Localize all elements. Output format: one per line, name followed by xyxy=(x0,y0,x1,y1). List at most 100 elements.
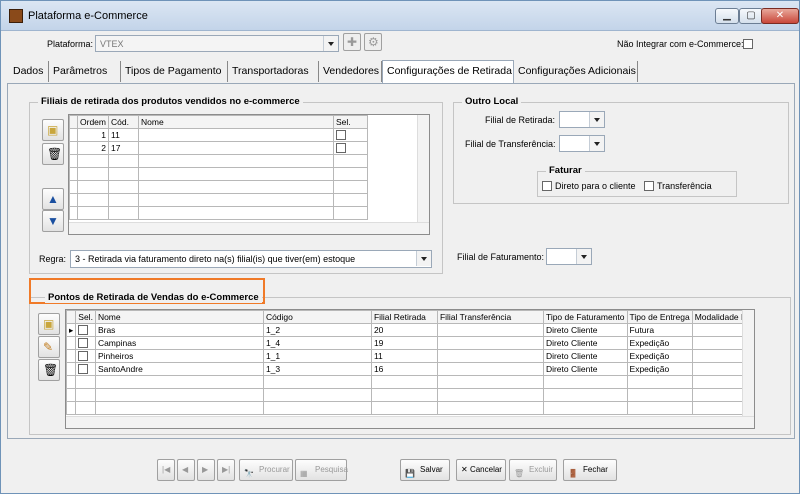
table-row[interactable]: ▸ Bras 1_2 20 Direto Cliente Futura xyxy=(66,323,751,337)
cell-tipo-entrega: Expedição xyxy=(626,349,693,363)
tab-dados[interactable]: Dados xyxy=(9,61,49,82)
cancelar-button[interactable]: ✕ Cancelar xyxy=(456,459,506,481)
prev-record-button[interactable]: ◀ xyxy=(177,459,195,481)
chevron-down-icon xyxy=(589,112,604,127)
cell-codigo: 1_3 xyxy=(262,362,372,376)
table-row[interactable]: SantoAndre 1_3 16 Direto Cliente Expediç… xyxy=(66,362,751,376)
cell-sel[interactable] xyxy=(75,323,96,337)
excluir-button[interactable]: 🗑 Excluir xyxy=(509,459,557,481)
grid-icon: ▦ xyxy=(300,468,308,478)
regra-value: 3 - Retirada via faturamento direto na(s… xyxy=(75,254,356,264)
cell-tipo-faturamento: Direto Cliente xyxy=(542,323,628,337)
direto-cliente-label: Direto para o cliente xyxy=(555,181,636,191)
delete-filial-button[interactable]: 🗑 xyxy=(42,143,64,165)
pontos-vscroll[interactable] xyxy=(742,310,754,416)
add-filial-button[interactable]: ▣ xyxy=(42,119,64,141)
delete-ponto-button[interactable]: 🗑 xyxy=(38,359,60,381)
cell-sel[interactable] xyxy=(333,141,368,155)
window-title: Plataforma e-Commerce xyxy=(28,10,148,22)
move-down-button[interactable]: ▼ xyxy=(42,210,64,232)
filiais-grid[interactable]: Ordem Cód. Nome Sel. 1 11 2 17 xyxy=(68,114,430,235)
cell-sel[interactable] xyxy=(75,362,96,376)
salvar-button[interactable]: 💾 Salvar xyxy=(400,459,450,481)
tab-tipos-pagamento[interactable]: Tipos de Pagamento xyxy=(121,61,228,82)
add-plataforma-button[interactable]: ✚ xyxy=(343,33,361,51)
table-row[interactable]: Campinas 1_4 19 Direto Cliente Expedição xyxy=(66,336,751,350)
tab-parametros[interactable]: Parâmetros xyxy=(49,61,121,82)
cell-codigo: 1_2 xyxy=(262,323,372,337)
plus-icon: ✚ xyxy=(347,35,358,49)
next-icon: ▶ xyxy=(202,465,209,474)
cell-cod: 17 xyxy=(108,141,139,155)
first-record-button[interactable]: |◀ xyxy=(157,459,175,481)
col-ordem: Ordem xyxy=(77,115,109,129)
cell-filial-transferencia xyxy=(436,336,544,350)
tab-configuracoes-retirada[interactable]: Configurações de Retirada xyxy=(382,60,514,83)
last-record-button[interactable]: ▶| xyxy=(217,459,235,481)
move-up-button[interactable]: ▲ xyxy=(42,188,64,210)
minimize-button[interactable]: ▁ xyxy=(715,8,739,24)
cell-tipo-faturamento: Direto Cliente xyxy=(542,349,628,363)
pesquisa-button[interactable]: ▦ Pesquisa xyxy=(295,459,348,481)
filial-transferencia-combo[interactable] xyxy=(559,135,605,152)
config-plataforma-button[interactable]: ⚙ xyxy=(364,33,382,51)
exit-icon: 🚪 xyxy=(568,468,578,478)
plataforma-value: VTEX xyxy=(100,39,124,49)
prev-icon: ◀ xyxy=(182,465,189,474)
col-cod: Cód. xyxy=(108,115,139,129)
cell-filial-retirada: 11 xyxy=(370,349,438,363)
cell-sel[interactable] xyxy=(75,336,96,350)
row-indicator xyxy=(66,336,77,350)
cell-ordem: 2 xyxy=(77,141,109,155)
filial-transferencia-label: Filial de Transferência: xyxy=(465,139,556,149)
cell-tipo-entrega: Futura xyxy=(626,323,693,337)
transferencia-label: Transferência xyxy=(657,181,712,191)
cancelar-label: Cancelar xyxy=(469,465,502,474)
filiais-hscroll[interactable] xyxy=(69,222,429,234)
regra-combo[interactable]: 3 - Retirada via faturamento direto na(s… xyxy=(70,250,432,268)
arrow-up-icon: ▲ xyxy=(47,192,59,206)
cell-filial-transferencia xyxy=(436,323,544,337)
pesquisa-label: Pesquisa xyxy=(315,465,348,474)
procurar-label: Procurar xyxy=(259,465,290,474)
first-icon: |◀ xyxy=(162,465,171,474)
filial-retirada-combo[interactable] xyxy=(559,111,605,128)
row-indicator xyxy=(66,349,77,363)
col-tipo-faturamento: Tipo de Faturamento xyxy=(542,310,628,324)
direto-cliente-checkbox[interactable] xyxy=(542,181,552,191)
cell-sel[interactable] xyxy=(75,349,96,363)
add-icon: ▣ xyxy=(47,123,59,137)
table-row[interactable]: Pinheiros 1_1 11 Direto Cliente Expediçã… xyxy=(66,349,751,363)
cell-nome: Campinas xyxy=(94,336,264,350)
close-button[interactable]: ✕ xyxy=(761,8,799,24)
table-row[interactable]: 1 11 xyxy=(69,128,368,142)
procurar-button[interactable]: 🔭 Procurar xyxy=(239,459,293,481)
add-ponto-button[interactable]: ▣ xyxy=(38,313,60,335)
col-nome: Nome xyxy=(94,310,264,324)
tab-transportadoras[interactable]: Transportadoras xyxy=(228,61,319,82)
maximize-button[interactable]: ▢ xyxy=(739,8,763,24)
filiais-vscroll[interactable] xyxy=(417,115,429,222)
pencil-icon: ✎ xyxy=(43,340,54,354)
cell-nome: SantoAndre xyxy=(94,362,264,376)
pontos-hscroll[interactable] xyxy=(66,416,754,428)
edit-ponto-button[interactable]: ✎ xyxy=(38,336,60,358)
tab-vendedores[interactable]: Vendedores xyxy=(319,61,382,82)
chevron-down-icon xyxy=(589,136,604,151)
pontos-grid[interactable]: Sel. Nome Código Filial Retirada Filial … xyxy=(65,309,755,429)
app-icon xyxy=(9,9,23,23)
fechar-button[interactable]: 🚪 Fechar xyxy=(563,459,617,481)
tab-configuracoes-adicionais[interactable]: Configurações Adicionais xyxy=(514,61,638,82)
next-record-button[interactable]: ▶ xyxy=(197,459,215,481)
nao-integrar-checkbox[interactable] xyxy=(743,39,753,49)
faturar-title: Faturar xyxy=(546,165,585,176)
cell-filial-transferencia xyxy=(436,349,544,363)
table-row[interactable]: 2 17 xyxy=(69,141,368,155)
filial-faturamento-combo[interactable] xyxy=(546,248,592,265)
cell-sel[interactable] xyxy=(333,128,368,142)
transferencia-checkbox[interactable] xyxy=(644,181,654,191)
plataforma-combo[interactable]: VTEX xyxy=(95,35,339,52)
chevron-down-icon xyxy=(576,249,591,264)
row-indicator xyxy=(69,128,78,142)
main-window: Plataforma e-Commerce ▁ ▢ ✕ Plataforma: … xyxy=(0,0,800,494)
